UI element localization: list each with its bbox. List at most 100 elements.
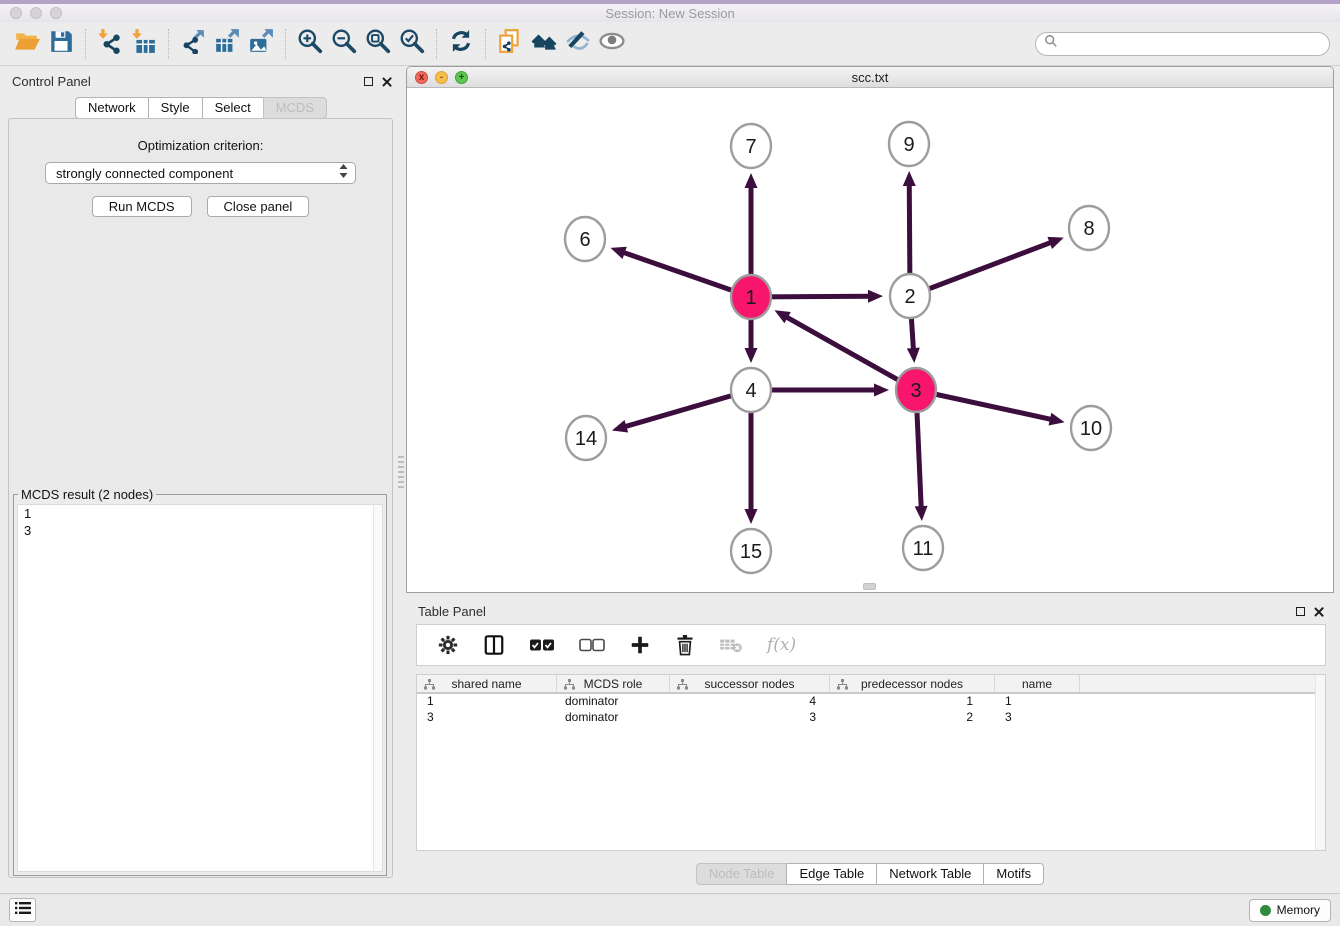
network-canvas[interactable]: 7968124314101511 xyxy=(407,88,1333,592)
table-cell-shared-name[interactable]: 3 xyxy=(417,710,557,726)
status-bar: Memory xyxy=(0,893,1340,926)
export-network-icon xyxy=(180,28,206,59)
deselect-all-rows-icon[interactable] xyxy=(579,637,605,653)
toolbar-separator xyxy=(485,29,486,59)
control-panel: Control Panel NetworkStyleSelectMCDS Opt… xyxy=(0,66,402,893)
hide-details-button[interactable] xyxy=(561,28,595,60)
table-cell-mcds-role[interactable]: dominator xyxy=(557,694,670,710)
column-header-successor-nodes[interactable]: successor nodes xyxy=(670,675,830,692)
graph-edge-arrowhead xyxy=(1049,413,1065,426)
table-cell-successor-nodes[interactable]: 4 xyxy=(670,694,830,710)
export-image-button[interactable] xyxy=(244,28,278,60)
zoom-in-button[interactable] xyxy=(293,28,327,60)
zoom-selected-button[interactable] xyxy=(395,28,429,60)
clone-network-icon xyxy=(497,28,523,59)
tab-network-table[interactable]: Network Table xyxy=(876,863,984,885)
zoom-out-button[interactable] xyxy=(327,28,361,60)
tab-mcds[interactable]: MCDS xyxy=(263,97,327,119)
graph-edge-3-1[interactable] xyxy=(786,317,916,390)
canvas-resize-grip[interactable] xyxy=(863,583,876,590)
task-history-button[interactable] xyxy=(9,898,36,922)
close-panel-button[interactable]: Close panel xyxy=(207,196,310,217)
add-column-icon[interactable] xyxy=(629,634,651,656)
table-cell-predecessor-nodes[interactable]: 2 xyxy=(830,710,995,726)
column-layout-icon[interactable] xyxy=(483,634,505,656)
graph-node-label-11: 11 xyxy=(913,538,934,560)
tab-select[interactable]: Select xyxy=(202,97,264,119)
table-scrollbar[interactable] xyxy=(1315,675,1325,850)
memory-button-label: Memory xyxy=(1277,903,1320,917)
mcds-result-box[interactable]: 13 xyxy=(17,504,383,872)
column-header-mcds-role[interactable]: MCDS role xyxy=(557,675,670,692)
export-table-button[interactable] xyxy=(210,28,244,60)
memory-button[interactable]: Memory xyxy=(1249,899,1331,922)
tab-style[interactable]: Style xyxy=(148,97,203,119)
table-cell-predecessor-nodes[interactable]: 1 xyxy=(830,694,995,710)
graph-edge-arrowhead xyxy=(874,384,889,397)
toolbar-separator xyxy=(436,29,437,59)
eye-slash-icon xyxy=(565,28,591,59)
zoom-fit-button[interactable] xyxy=(361,28,395,60)
home-icon xyxy=(531,28,557,59)
column-header-predecessor-nodes[interactable]: predecessor nodes xyxy=(830,675,995,692)
show-details-button[interactable] xyxy=(595,28,629,60)
clone-network-button[interactable] xyxy=(493,28,527,60)
search-box[interactable] xyxy=(1035,32,1330,56)
tab-node-table[interactable]: Node Table xyxy=(696,863,788,885)
graph-edge-arrowhead xyxy=(745,173,758,188)
app-titlebar: Session: New Session xyxy=(0,0,1340,22)
close-table-panel-icon[interactable] xyxy=(1313,606,1324,617)
import-network-button[interactable] xyxy=(93,28,127,60)
graph-node-label-9: 9 xyxy=(903,134,914,156)
column-header-name[interactable]: name xyxy=(995,675,1080,692)
close-panel-icon[interactable] xyxy=(381,76,392,87)
export-network-button[interactable] xyxy=(176,28,210,60)
graph-node-label-7: 7 xyxy=(745,136,756,158)
search-input[interactable] xyxy=(1063,36,1321,51)
criterion-dropdown[interactable]: strongly connected component xyxy=(45,162,356,184)
table-cell-name[interactable]: 1 xyxy=(995,694,1080,710)
graph-edge-arrowhead xyxy=(745,509,758,524)
graph-node-label-4: 4 xyxy=(745,380,756,402)
float-panel-icon[interactable] xyxy=(364,77,373,86)
table-tabs: Node TableEdge TableNetwork TableMotifs xyxy=(406,863,1334,885)
delete-table-icon[interactable] xyxy=(719,636,743,654)
zoom-in-icon xyxy=(297,28,323,59)
graph-edge-arrowhead xyxy=(745,348,758,363)
result-scrollbar[interactable] xyxy=(373,505,382,871)
panel-splitter-grip[interactable] xyxy=(398,456,404,490)
table-header-row: shared nameMCDS rolesuccessor nodesprede… xyxy=(417,675,1325,694)
float-table-panel-icon[interactable] xyxy=(1296,607,1305,616)
memory-status-dot xyxy=(1260,905,1271,916)
refresh-view-button[interactable] xyxy=(444,28,478,60)
save-session-button[interactable] xyxy=(44,28,78,60)
delete-column-icon[interactable] xyxy=(675,634,695,656)
mcds-result-line: 3 xyxy=(18,522,382,539)
main-area: Control Panel NetworkStyleSelectMCDS Opt… xyxy=(0,66,1340,893)
import-table-icon xyxy=(131,28,157,59)
open-session-button[interactable] xyxy=(10,28,44,60)
table-cell-mcds-role[interactable]: dominator xyxy=(557,710,670,726)
table-cell-successor-nodes[interactable]: 3 xyxy=(670,710,830,726)
table-cell-shared-name[interactable]: 1 xyxy=(417,694,557,710)
column-header-shared-name[interactable]: shared name xyxy=(417,675,557,692)
graph-node-label-14: 14 xyxy=(575,428,597,450)
graph-edge-2-8[interactable] xyxy=(910,242,1052,296)
node-table: shared nameMCDS rolesuccessor nodesprede… xyxy=(416,674,1326,851)
graph-node-label-15: 15 xyxy=(740,541,762,563)
table-cell-name[interactable]: 3 xyxy=(995,710,1080,726)
network-window-titlebar[interactable]: x - + scc.txt xyxy=(407,67,1333,88)
table-settings-icon[interactable] xyxy=(437,634,459,656)
home-view-button[interactable] xyxy=(527,28,561,60)
tab-network[interactable]: Network xyxy=(75,97,149,119)
import-table-button[interactable] xyxy=(127,28,161,60)
table-row[interactable]: 3dominator323 xyxy=(417,710,1325,726)
mcds-result-fieldset: MCDS result (2 nodes) 13 xyxy=(13,487,387,876)
save-floppy-icon xyxy=(48,28,74,59)
select-all-rows-icon[interactable] xyxy=(529,637,555,653)
tab-edge-table[interactable]: Edge Table xyxy=(786,863,877,885)
table-row[interactable]: 1dominator411 xyxy=(417,694,1325,710)
run-mcds-button[interactable]: Run MCDS xyxy=(92,196,192,217)
apply-function-button[interactable]: f(x) xyxy=(767,635,796,655)
tab-motifs[interactable]: Motifs xyxy=(983,863,1044,885)
